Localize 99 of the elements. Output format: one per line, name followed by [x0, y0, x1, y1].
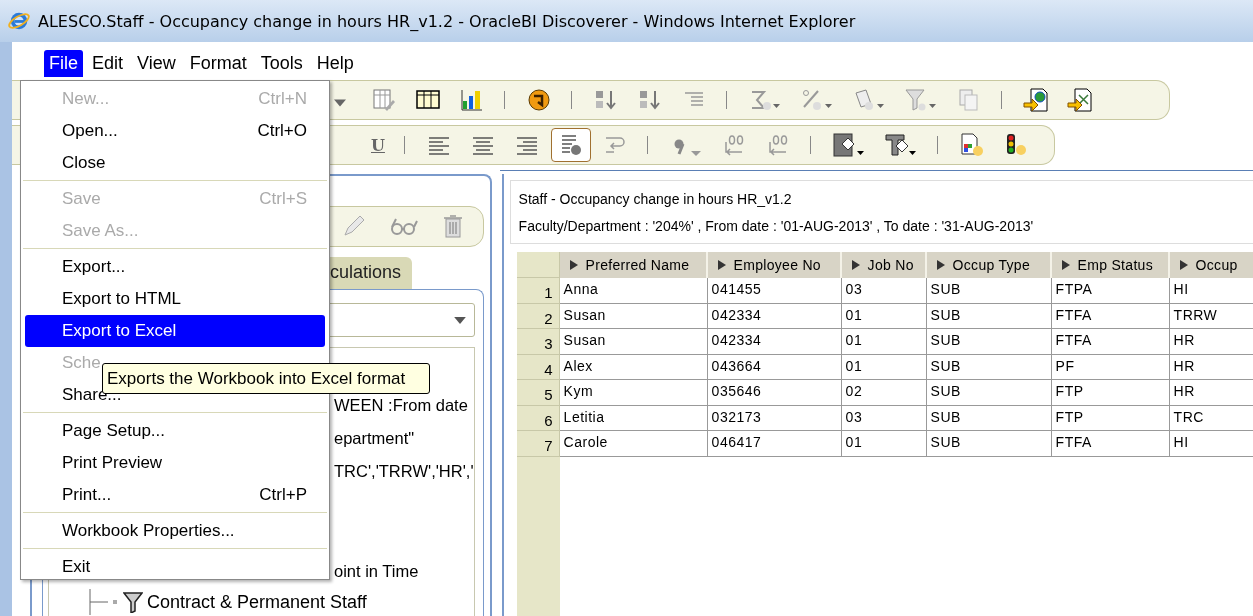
- table-cell: Susan: [559, 303, 708, 329]
- menu[interactable]: Format: [184, 49, 252, 77]
- window-title: ALESCO.Staff - Occupancy change in hours HR_v1.2 - OracleBI Discoverer - Windows Internet Explorer: [38, 11, 856, 31]
- table-cell: Carole: [559, 431, 708, 457]
- triangle-icon: [717, 260, 726, 270]
- table-cell: SUB: [926, 405, 1052, 431]
- table-cell: Susan: [559, 329, 708, 355]
- table-cell: SUB: [926, 380, 1052, 406]
- trash-icon[interactable]: [441, 213, 465, 240]
- table-cell: Alex: [559, 354, 708, 380]
- triangle-icon: [936, 260, 945, 270]
- table-cell: TRRW: [1169, 303, 1253, 329]
- row-number: 1: [516, 278, 560, 304]
- triangle-icon: [851, 260, 860, 270]
- table-cell: Kym: [559, 380, 708, 406]
- table-cell: HR: [1169, 380, 1253, 406]
- menu[interactable]: Tools: [255, 49, 308, 77]
- tree-item[interactable]: Contract & Permanent Staff: [147, 591, 367, 613]
- menu[interactable]: Help: [311, 49, 359, 77]
- globe-export-icon: [1023, 87, 1049, 113]
- paint-bucket-icon: [831, 132, 866, 158]
- table-cell: 03: [841, 278, 927, 304]
- lines-dot-button[interactable]: [550, 128, 591, 162]
- row-number: 4: [516, 354, 560, 380]
- table-cell: 043664: [707, 354, 842, 380]
- table-cell: HI: [1169, 431, 1253, 457]
- table-cell: 01: [841, 354, 927, 380]
- caret-icon[interactable]: [334, 99, 346, 107]
- underline-button[interactable]: U: [364, 128, 392, 162]
- table-cell: FTP: [1051, 380, 1170, 406]
- triangle-icon: [1179, 260, 1188, 270]
- table-cell: SUB: [926, 354, 1052, 380]
- menu[interactable]: View: [132, 49, 181, 77]
- table-cell: TRC: [1169, 405, 1253, 431]
- table-cell: SUB: [926, 278, 1052, 304]
- table-cell: SUB: [926, 303, 1052, 329]
- menu[interactable]: File: [44, 49, 83, 77]
- menu-item[interactable]: Exit: [25, 551, 325, 583]
- table-cell: FTFA: [1051, 431, 1170, 457]
- bar-chart-icon: [459, 87, 485, 113]
- menu[interactable]: Edit: [87, 49, 129, 77]
- menu-item[interactable]: Close: [25, 147, 325, 179]
- table-cell: FTP: [1051, 405, 1170, 431]
- filter-icon: [123, 591, 143, 613]
- table-cell: Letitia: [559, 405, 708, 431]
- table-cell: 01: [841, 431, 927, 457]
- column-header[interactable]: Employee No: [707, 252, 842, 278]
- column-header[interactable]: Emp Status: [1051, 252, 1170, 278]
- table-pencil-icon: [371, 87, 397, 113]
- browser-logo-icon: [8, 10, 30, 32]
- table-cell: 032173: [707, 405, 842, 431]
- arrow-circle-icon: [526, 87, 552, 113]
- document-format-icon: [958, 132, 985, 158]
- tree-connector-icon: [89, 589, 119, 615]
- column-header[interactable]: Occup Type: [926, 252, 1052, 278]
- table-cell: SUB: [926, 329, 1052, 355]
- dropdown-arrow-icon: [453, 316, 466, 324]
- menu-item[interactable]: Export to Excel: [25, 315, 325, 347]
- row-number: 3: [516, 329, 560, 355]
- row-number: 6: [516, 405, 560, 431]
- text-format-icon: [883, 132, 918, 158]
- triangle-icon: [569, 260, 578, 270]
- triangle-icon: [1061, 260, 1070, 270]
- table-cell: 01: [841, 303, 927, 329]
- report-title: Staff - Occupancy change in hours HR_v1.2: [518, 190, 793, 207]
- table-cell: 046417: [707, 431, 842, 457]
- column-header[interactable]: Preferred Name: [559, 252, 708, 278]
- table-cell: 041455: [707, 278, 842, 304]
- table-cell: 01: [841, 329, 927, 355]
- corner-cell: [516, 252, 560, 278]
- document-gear-icon: [852, 87, 886, 113]
- column-header[interactable]: Occup: [1169, 252, 1253, 278]
- table-cell: 03: [841, 405, 927, 431]
- menu-item[interactable]: Print Preview: [25, 447, 325, 479]
- row-number: 2: [516, 303, 560, 329]
- table-cell: PF: [1051, 354, 1170, 380]
- row-number: 5: [516, 380, 560, 406]
- table-cell: HR: [1169, 329, 1253, 355]
- percent-icon: [800, 87, 834, 113]
- table-cell: FTPA: [1051, 278, 1170, 304]
- column-header[interactable]: Job No: [841, 252, 927, 278]
- table-cell: FTFA: [1051, 303, 1170, 329]
- table-cell: 042334: [707, 303, 842, 329]
- report-parameters: Faculty/Department : '204%' , From date : '01-AUG-2013' , To date : '31-AUG-2013': [518, 217, 1035, 234]
- document-export-icon: [1067, 87, 1093, 113]
- table-cell: FTFA: [1051, 329, 1170, 355]
- menu-item[interactable]: Open... Ctrl+O: [25, 115, 325, 147]
- menu-item[interactable]: Print... Ctrl+P: [25, 479, 325, 511]
- table-cell: HI: [1169, 278, 1253, 304]
- table-cell: Anna: [559, 278, 708, 304]
- table-cell: 042334: [707, 329, 842, 355]
- menu-item[interactable]: Page Setup...: [25, 415, 325, 447]
- row-number: 7: [516, 431, 560, 457]
- menu-item[interactable]: Workbook Properties...: [25, 515, 325, 547]
- table-cell: SUB: [926, 431, 1052, 457]
- table-cell: HR: [1169, 354, 1253, 380]
- table-cell: 02: [841, 380, 927, 406]
- filter-icon: [904, 87, 938, 113]
- table-cell: 035646: [707, 380, 842, 406]
